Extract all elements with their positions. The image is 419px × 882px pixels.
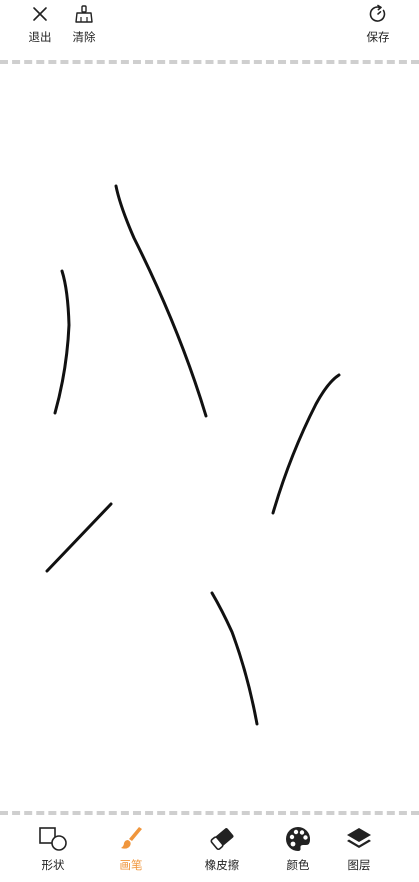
save-label: 保存: [366, 30, 390, 44]
palette-icon: [286, 826, 311, 851]
broom-icon: [75, 5, 93, 23]
tool-brush[interactable]: 画笔: [101, 824, 161, 878]
brush-stroke: [271, 373, 341, 515]
clear-button[interactable]: 清除: [62, 4, 106, 48]
tool-color-label: 颜色: [286, 858, 310, 872]
save-button[interactable]: 保存: [356, 4, 400, 48]
brush-stroke: [210, 591, 259, 726]
brush-icon: [121, 827, 142, 849]
close-icon: [33, 7, 47, 21]
save-refresh-icon: [369, 4, 386, 22]
tool-color[interactable]: 颜色: [268, 824, 328, 878]
tool-eraser-label: 橡皮擦: [204, 858, 240, 872]
tool-layer-label: 图层: [347, 858, 371, 872]
tool-shape-label: 形状: [41, 858, 65, 872]
brush-stroke: [53, 269, 71, 415]
tool-shape[interactable]: 形状: [23, 824, 83, 878]
shapes-icon: [39, 827, 67, 851]
clear-label: 清除: [72, 30, 96, 44]
top-bar: 退出 清除 保存: [0, 0, 419, 60]
tool-eraser[interactable]: 橡皮擦: [192, 824, 252, 878]
eraser-icon: [210, 828, 234, 851]
tool-brush-label: 画笔: [119, 858, 143, 872]
exit-button[interactable]: 退出: [18, 4, 62, 48]
brush-stroke: [114, 184, 208, 418]
layers-icon: [347, 828, 371, 848]
bottom-toolbar: 形状 画笔 橡皮擦 颜色 图层: [0, 815, 419, 882]
brush-stroke: [45, 502, 113, 573]
drawing-canvas[interactable]: [0, 64, 419, 811]
exit-label: 退出: [28, 30, 52, 44]
tool-layer[interactable]: 图层: [329, 824, 389, 878]
canvas-strokes: [45, 184, 341, 726]
